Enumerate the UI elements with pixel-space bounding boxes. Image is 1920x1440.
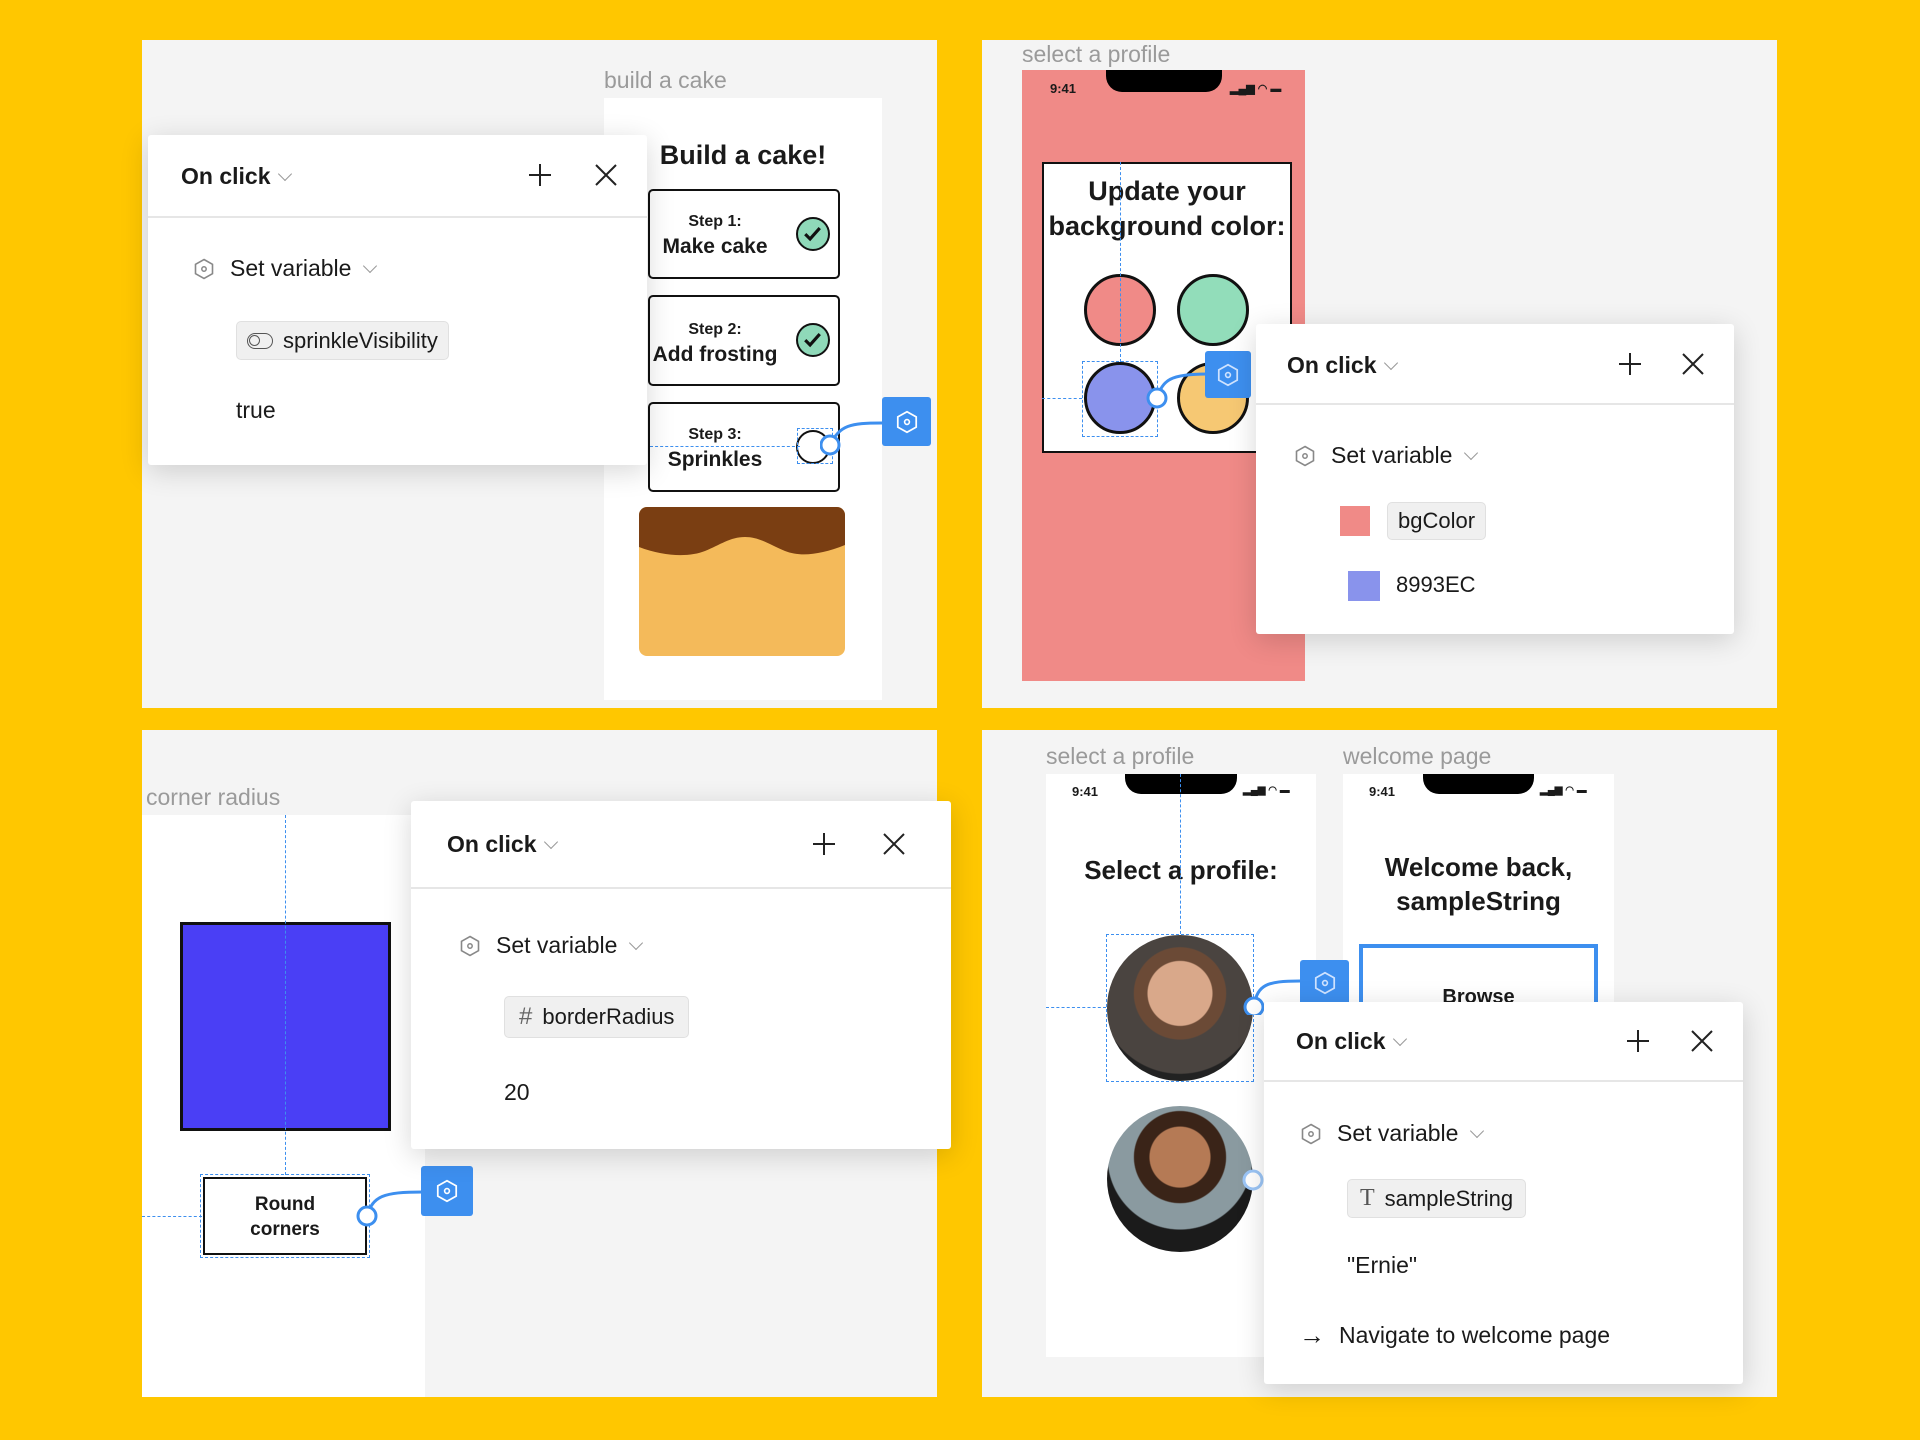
selection-guide [1046, 1007, 1106, 1008]
action-dropdown[interactable]: Set variable [192, 255, 378, 282]
check-icon [796, 323, 830, 357]
add-button[interactable] [810, 830, 838, 858]
interaction-popup: On click Set variable sprinkleVisibility… [148, 135, 647, 465]
action-dropdown[interactable]: Set variable [458, 932, 644, 959]
add-button[interactable] [526, 161, 554, 189]
selection-guide [285, 815, 286, 1175]
interaction-button[interactable] [882, 397, 931, 446]
variable-chip[interactable]: sprinkleVisibility [236, 321, 449, 360]
check-icon [796, 217, 830, 251]
trigger-dropdown[interactable]: On click [1287, 352, 1399, 379]
interaction-popup: On click Set variable bgColor 8993EC [1256, 324, 1734, 634]
status-icons: ▂▄▆ ◠ ▬ [1540, 785, 1587, 796]
trigger-dropdown[interactable]: On click [447, 831, 559, 858]
chevron-down-icon [1464, 445, 1479, 460]
variable-value[interactable]: "Ernie" [1347, 1252, 1417, 1279]
status-time: 9:41 [1072, 784, 1099, 799]
selection-guide [1120, 162, 1121, 362]
close-button[interactable] [880, 830, 908, 858]
interaction-popup: On click Set variable # borderRadius 20 [411, 801, 951, 1149]
variable-icon [458, 934, 482, 958]
frame-label: select a profile [1022, 41, 1171, 67]
color-swatch-icon [1340, 506, 1370, 536]
arrow-right-icon: → [1299, 1320, 1325, 1350]
interaction-button[interactable] [1205, 351, 1251, 398]
value-swatch-icon[interactable] [1348, 571, 1380, 601]
selection-guide [1042, 398, 1082, 399]
interaction-icon [434, 1178, 460, 1204]
trigger-dropdown[interactable]: On click [181, 163, 293, 190]
frame-label: build a cake [604, 67, 727, 93]
chevron-down-icon [1384, 355, 1399, 370]
chevron-down-icon [1470, 1123, 1485, 1138]
chevron-down-icon [278, 166, 293, 181]
cake-illustration [639, 507, 845, 656]
frame-label: select a profile [1046, 743, 1195, 769]
status-time: 9:41 [1050, 81, 1077, 96]
connector-line [356, 1190, 424, 1227]
variable-icon [1293, 444, 1317, 468]
selection-guide [1180, 774, 1181, 934]
text-icon: T [1360, 1185, 1375, 1211]
interaction-icon [894, 409, 920, 435]
chevron-down-icon [629, 935, 644, 950]
status-icons: ▂▄▆ ◠ ▬ [1243, 785, 1290, 796]
status-time: 9:41 [1369, 784, 1396, 799]
variable-chip[interactable]: # borderRadius [504, 996, 690, 1038]
connector-handle[interactable] [1241, 1168, 1265, 1192]
interaction-icon [1215, 362, 1241, 388]
trigger-dropdown[interactable]: On click [1296, 1028, 1408, 1055]
variable-chip[interactable]: TsampleString [1347, 1179, 1527, 1218]
interaction-button[interactable] [1300, 960, 1349, 1005]
hash-icon: # [519, 1003, 533, 1030]
card-title: Update your background color: [1048, 176, 1286, 241]
variable-value[interactable]: 8993EC [1396, 572, 1476, 598]
interaction-icon [1312, 970, 1338, 996]
welcome-title: Welcome back, sampleString [1384, 852, 1573, 916]
variable-value[interactable]: 20 [504, 1079, 530, 1106]
color-option-green[interactable] [1177, 274, 1249, 346]
avatar-female[interactable] [1107, 1106, 1253, 1252]
round-corners-button[interactable]: Round corners [203, 1177, 367, 1255]
phone-notch [1423, 774, 1534, 794]
chevron-down-icon [544, 834, 559, 849]
selection-guide [142, 1216, 202, 1217]
selection-box [1106, 934, 1254, 1082]
status-icons: ▂▄▆ ◠ ▬ [1230, 83, 1282, 95]
interaction-button[interactable] [421, 1166, 473, 1216]
frame-label: welcome page [1343, 743, 1492, 769]
close-button[interactable] [1688, 1027, 1716, 1055]
step-2-card[interactable]: Step 2: Add frosting [648, 295, 840, 386]
toggle-icon [247, 332, 273, 349]
interaction-popup: On click Set variable TsampleString "Ern… [1264, 1002, 1743, 1384]
select-profile-title: Select a profile: [1084, 855, 1278, 885]
step-1-card[interactable]: Step 1: Make cake [648, 189, 840, 279]
variable-icon [192, 257, 216, 281]
close-button[interactable] [1679, 350, 1707, 378]
navigate-action[interactable]: → Navigate to welcome page [1299, 1320, 1610, 1351]
action-dropdown[interactable]: Set variable [1299, 1120, 1485, 1147]
phone-notch [1125, 774, 1237, 794]
phone-notch [1106, 70, 1222, 92]
add-button[interactable] [1624, 1027, 1652, 1055]
close-button[interactable] [592, 161, 620, 189]
variable-value[interactable]: true [236, 397, 276, 424]
variable-icon [1299, 1122, 1323, 1146]
chevron-down-icon [1393, 1031, 1408, 1046]
connector-line [820, 421, 883, 456]
selection-guide [650, 446, 800, 447]
variable-chip[interactable]: bgColor [1387, 502, 1487, 540]
frame-label: corner radius [146, 784, 281, 810]
add-button[interactable] [1616, 350, 1644, 378]
chevron-down-icon [363, 258, 378, 273]
action-dropdown[interactable]: Set variable [1293, 442, 1479, 469]
